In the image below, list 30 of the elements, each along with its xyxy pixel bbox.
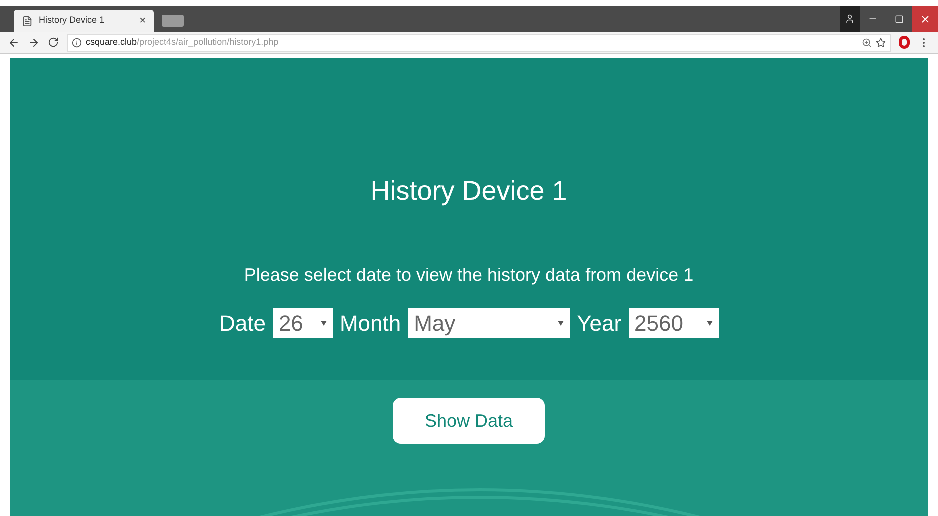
caret-icon [558, 320, 564, 326]
maximize-icon [894, 14, 904, 24]
url-text: csquare.club/project4s/air_pollution/history1.php [86, 36, 280, 49]
reload-icon[interactable] [48, 37, 59, 48]
dropdown[interactable]: May [408, 308, 570, 338]
close-icon [920, 14, 930, 24]
url-field[interactable]: csquare.club/project4s/air_pollution/history1.php [67, 34, 891, 52]
instruction-text: Please select date to view the history data from device 1 [244, 264, 694, 287]
caret-icon [706, 320, 713, 326]
profile-button[interactable] [840, 6, 860, 32]
bookmark-star-icon[interactable] [876, 38, 886, 48]
page-title: History Device 1 [370, 175, 568, 208]
browser-tab[interactable]: History Device 1 × [14, 10, 154, 32]
forward-icon[interactable] [28, 36, 40, 48]
info-icon [72, 38, 82, 48]
dropdown[interactable]: 26 [272, 308, 333, 338]
caret-icon [320, 320, 327, 326]
zoom-icon[interactable] [862, 38, 872, 48]
extension-icon[interactable] [899, 36, 910, 49]
tab-title: History Device 1 [39, 14, 106, 28]
select-label: Month [340, 310, 402, 338]
tab-close-button[interactable]: × [140, 12, 146, 30]
dropdown[interactable]: 2560 [628, 308, 719, 338]
back-icon[interactable] [8, 36, 20, 48]
close-button[interactable] [912, 6, 938, 32]
show-data-button[interactable]: Show Data [393, 398, 545, 444]
user-icon [845, 14, 855, 24]
select-label: Date [219, 310, 266, 338]
select-label: Year [577, 310, 622, 338]
page-icon [22, 16, 33, 26]
